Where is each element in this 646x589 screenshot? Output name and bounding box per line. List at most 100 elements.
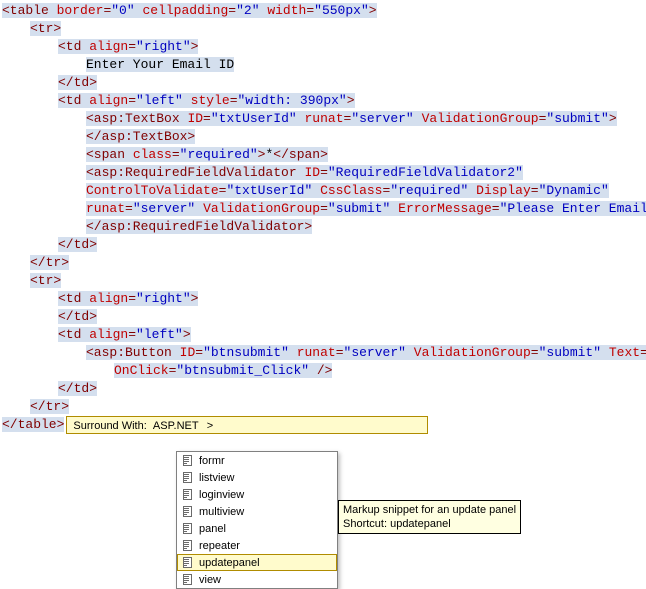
popup-item-formr[interactable]: formr [177, 452, 337, 469]
attr: ID [180, 345, 196, 360]
popup-item-view[interactable]: view [177, 571, 337, 588]
popup-item-loginview[interactable]: loginview [177, 486, 337, 503]
tag: </table> [2, 417, 64, 432]
snippet-icon [181, 539, 195, 553]
val: "submit" [328, 201, 390, 216]
tag: <span [86, 147, 125, 162]
attr: CssClass [320, 183, 382, 198]
tag: </tr> [30, 399, 69, 414]
text: Enter Your Email ID [86, 57, 234, 72]
snippet-icon [181, 522, 195, 536]
attr: class [133, 147, 172, 162]
val: "server" [344, 345, 406, 360]
tag: <td [58, 39, 81, 54]
val: "server" [351, 111, 413, 126]
attr: OnClick [114, 363, 169, 378]
attr: border [57, 3, 104, 18]
attr: ControlToValidate [86, 183, 219, 198]
val: "left" [136, 327, 183, 342]
snippet-icon [181, 454, 195, 468]
val: "txtUserId" [211, 111, 297, 126]
attr: runat [297, 345, 336, 360]
attr: ValidationGroup [422, 111, 539, 126]
val: "required" [180, 147, 258, 162]
tag: <td [58, 327, 81, 342]
val: "2" [236, 3, 259, 18]
attr: ValidationGroup [414, 345, 531, 360]
popup-item-label: listview [199, 469, 333, 487]
chevron-right-icon: > [205, 420, 215, 432]
val: "Dynamic" [539, 183, 609, 198]
val: "btnsubmit_Click" [176, 363, 309, 378]
snippet-icon [181, 471, 195, 485]
popup-item-panel[interactable]: panel [177, 520, 337, 537]
popup-item-listview[interactable]: listview [177, 469, 337, 486]
popup-item-updatepanel[interactable]: updatepanel [177, 554, 337, 571]
tag: <td [58, 291, 81, 306]
attr: Text [609, 345, 640, 360]
attr: cellpadding [142, 3, 228, 18]
val: "right" [136, 39, 191, 54]
val: "txtUserId" [226, 183, 312, 198]
tag: <td [58, 93, 81, 108]
tag: <table [2, 3, 49, 18]
tag: <tr> [30, 21, 61, 36]
val: "RequiredFieldValidator2" [328, 165, 523, 180]
attr: align [89, 93, 128, 108]
snippet-icon [181, 573, 195, 587]
popup-item-label: formr [199, 452, 333, 470]
intellisense-popup[interactable]: formrlistviewloginviewmultiviewpanelrepe… [176, 451, 338, 589]
tag: <asp:Button [86, 345, 172, 360]
popup-item-label: panel [199, 520, 333, 538]
attr: runat [86, 201, 125, 216]
surround-category[interactable]: ASP.NET [153, 420, 199, 432]
tag: </asp:TextBox> [86, 129, 195, 144]
val: "submit" [539, 345, 601, 360]
attr: align [89, 39, 128, 54]
code-editor[interactable]: <table border="0" cellpadding="2" width=… [0, 0, 646, 436]
popup-item-label: multiview [199, 503, 333, 521]
tooltip-line: Shortcut: updatepanel [343, 517, 516, 531]
attr: align [89, 327, 128, 342]
popup-item-multiview[interactable]: multiview [177, 503, 337, 520]
tag: </td> [58, 381, 97, 396]
tooltip: Markup snippet for an update panel Short… [338, 500, 521, 534]
val: "right" [136, 291, 191, 306]
popup-item-label: repeater [199, 537, 333, 555]
tag: <tr> [30, 273, 61, 288]
popup-item-repeater[interactable]: repeater [177, 537, 337, 554]
attr: runat [305, 111, 344, 126]
tag: </td> [58, 309, 97, 324]
tag: <asp:TextBox [86, 111, 180, 126]
val: "Please Enter Email ID" [500, 201, 646, 216]
val: "required" [390, 183, 468, 198]
tag: </td> [58, 237, 97, 252]
val: "server" [133, 201, 195, 216]
val: "submit" [546, 111, 608, 126]
popup-item-label: loginview [199, 486, 333, 504]
attr: ValidationGroup [203, 201, 320, 216]
val: "width: 390px" [238, 93, 347, 108]
attr: width [267, 3, 306, 18]
tag: </asp:RequiredFieldValidator> [86, 219, 312, 234]
attr: align [89, 291, 128, 306]
snippet-icon [181, 556, 195, 570]
tag: <asp:RequiredFieldValidator [86, 165, 297, 180]
val: "left" [136, 93, 183, 108]
popup-item-label: view [199, 571, 333, 589]
surround-label: Surround With: [73, 420, 146, 432]
val: "550px" [314, 3, 369, 18]
tag: </td> [58, 75, 97, 90]
snippet-icon [181, 488, 195, 502]
attr: ID [304, 165, 320, 180]
surround-with-box[interactable]: Surround With: ASP.NET > [66, 416, 428, 434]
attr: ID [187, 111, 203, 126]
snippet-icon [181, 505, 195, 519]
attr: Display [476, 183, 531, 198]
val: "0" [111, 3, 134, 18]
popup-item-label: updatepanel [199, 554, 333, 572]
tag: </tr> [30, 255, 69, 270]
attr: style [191, 93, 230, 108]
val: "btnsubmit" [203, 345, 289, 360]
tooltip-line: Markup snippet for an update panel [343, 503, 516, 517]
